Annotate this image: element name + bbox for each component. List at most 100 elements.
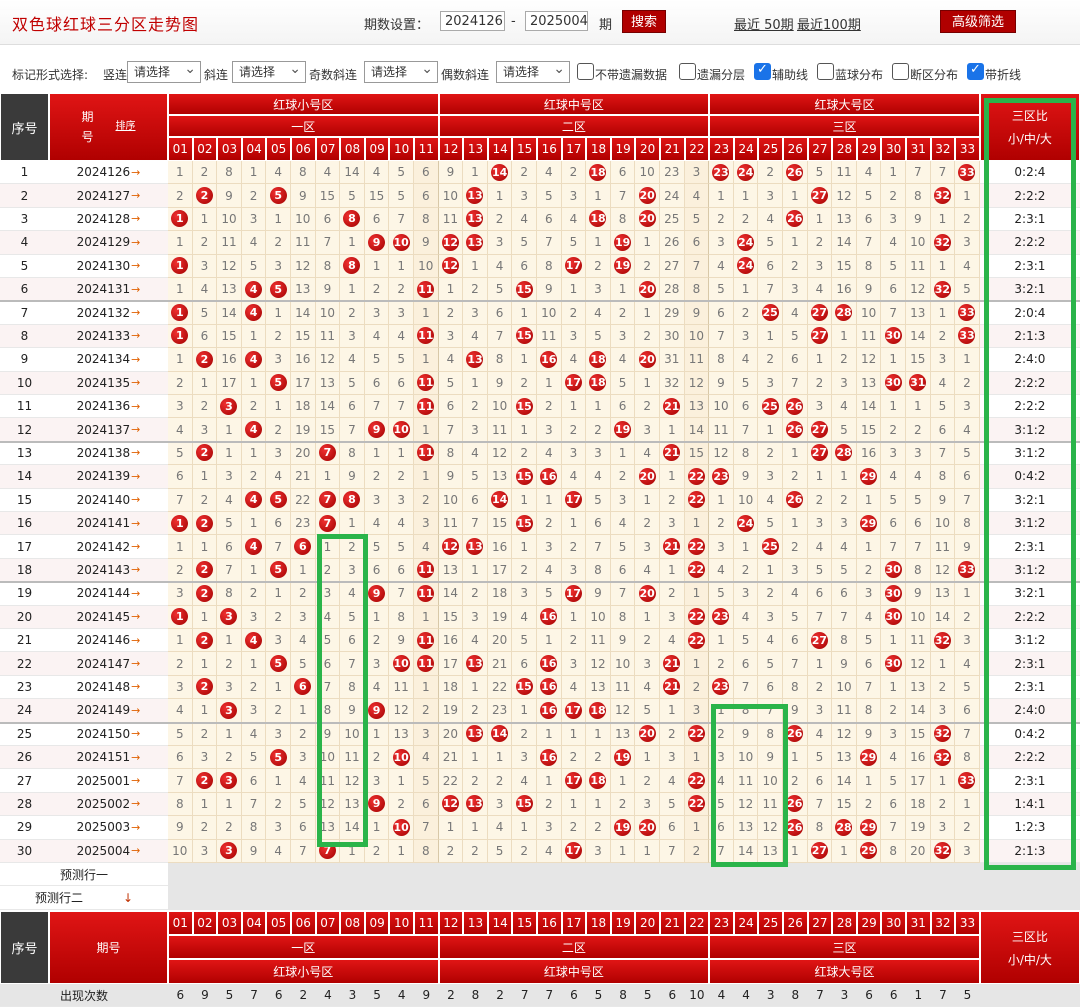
arrow-icon[interactable]: → — [131, 423, 140, 436]
arrow-icon[interactable]: → — [131, 844, 140, 857]
vertical-select[interactable]: 请选择 — [127, 59, 201, 83]
arrow-icon[interactable]: → — [131, 353, 140, 366]
number-cell: 30 — [881, 324, 906, 349]
number-cell: 5 — [881, 254, 906, 278]
arrow-icon[interactable]: → — [131, 727, 140, 740]
search-button[interactable]: 搜索 — [622, 10, 666, 33]
red-ball: 9 — [368, 233, 386, 251]
arrow-down-icon[interactable]: ↓ — [123, 891, 133, 905]
omission-value: 2 — [274, 796, 282, 811]
arrow-icon[interactable]: → — [131, 446, 140, 459]
number-cell: 9 — [438, 161, 464, 185]
omission-value: 2 — [249, 586, 258, 601]
arrow-icon[interactable]: → — [131, 306, 140, 319]
omission-value: 6 — [618, 562, 627, 577]
number-cell: 19 — [487, 605, 513, 629]
break-zone-checkbox[interactable] — [892, 63, 909, 80]
arrow-icon[interactable]: → — [131, 259, 140, 272]
number-cell: 4 — [512, 605, 537, 629]
number-cell: 1 — [955, 184, 980, 208]
row-seq: 25 — [0, 722, 49, 746]
recent-100-link[interactable]: 最近100期 — [797, 14, 861, 33]
number-cell: 1 — [438, 278, 464, 302]
no-omission-checkbox[interactable] — [577, 63, 594, 80]
number-cell: 21 — [660, 441, 685, 466]
start-period-input[interactable]: 2024126 — [440, 11, 505, 31]
omission-value: 6 — [963, 703, 971, 718]
number-cell: 2 — [192, 348, 218, 372]
arrow-icon[interactable]: → — [131, 540, 140, 553]
arrow-icon[interactable]: → — [131, 610, 140, 623]
omission-value: 4 — [717, 562, 725, 577]
arrow-icon[interactable]: → — [131, 283, 140, 296]
even-diagonal-select[interactable]: 请选择 — [496, 59, 570, 83]
omission-value: 2 — [274, 422, 282, 437]
arrow-icon[interactable]: → — [131, 329, 140, 342]
omission-value: 2 — [963, 211, 971, 226]
group-separator — [0, 300, 1080, 303]
number-cell: 2 — [389, 465, 414, 489]
number-cell: 2 — [364, 629, 390, 653]
polyline-checkbox[interactable] — [967, 62, 984, 80]
row-seq: 30 — [0, 839, 49, 863]
omission-value: 12 — [713, 445, 729, 460]
omission-value: 4 — [298, 633, 307, 648]
omission-value: 2 — [200, 235, 209, 250]
omission-value: 2 — [618, 796, 627, 811]
number-cell: 1 — [241, 652, 267, 676]
number-cell: 27 — [807, 418, 833, 442]
red-ball: 11 — [417, 631, 435, 649]
recent-50-link[interactable]: 最近 50期 — [734, 14, 794, 33]
arrow-icon[interactable]: → — [131, 797, 140, 810]
number-cell: 2 — [955, 605, 980, 629]
omission-value: 4 — [372, 328, 381, 343]
arrow-icon[interactable]: → — [131, 376, 140, 389]
advanced-filter-button[interactable]: 高级筛选 — [940, 10, 1016, 33]
arrow-icon[interactable]: → — [131, 236, 140, 249]
sort-link[interactable]: 排序 — [116, 117, 136, 137]
diagonal-select[interactable]: 请选择 — [232, 59, 306, 83]
count-label: 出现次数 — [0, 984, 168, 1007]
arrow-icon[interactable]: → — [131, 634, 140, 647]
guide-line-checkbox[interactable] — [754, 62, 771, 80]
end-period-input[interactable]: 2025004 — [525, 11, 588, 31]
arrow-icon[interactable]: → — [131, 751, 140, 764]
number-cell: 2 — [414, 488, 439, 512]
omission-layer-checkbox[interactable] — [679, 63, 696, 80]
arrow-icon[interactable]: → — [131, 563, 140, 576]
number-cell: 2 — [586, 254, 611, 278]
arrow-icon[interactable]: → — [131, 493, 140, 506]
number-cell: 3 — [684, 699, 710, 723]
odd-diagonal-select[interactable]: 请选择 — [364, 59, 438, 83]
arrow-icon[interactable]: → — [131, 400, 140, 413]
number-cell: 6 — [364, 207, 390, 232]
count-value: 7 — [537, 984, 562, 1007]
number-cell: 14 — [733, 839, 759, 863]
arrow-icon[interactable]: → — [131, 657, 140, 670]
number-cell: 8 — [340, 675, 365, 700]
arrow-icon[interactable]: → — [131, 704, 140, 717]
arrow-icon[interactable]: → — [131, 821, 140, 834]
omission-value: 1 — [274, 399, 282, 414]
omission-value: 4 — [471, 328, 479, 343]
ratio-title: 三区比 — [1011, 929, 1048, 944]
arrow-icon[interactable]: → — [131, 680, 140, 693]
arrow-icon[interactable]: → — [131, 774, 140, 787]
red-ball: 12 — [441, 233, 459, 251]
arrow-icon[interactable]: → — [131, 212, 140, 225]
number-col-header: 31 — [906, 137, 931, 161]
arrow-icon[interactable]: → — [131, 189, 140, 202]
omission-value: 2 — [200, 492, 209, 507]
number-cell: 9 — [832, 652, 857, 676]
red-ball: 9 — [368, 421, 386, 439]
arrow-icon[interactable]: → — [131, 517, 140, 530]
number-cell: 2 — [364, 465, 390, 489]
arrow-icon[interactable]: → — [131, 587, 140, 600]
arrow-icon[interactable]: → — [131, 470, 140, 483]
row-period: 2024141 → — [49, 512, 168, 536]
arrow-icon[interactable]: → — [131, 166, 140, 179]
omission-value: 1 — [249, 562, 258, 577]
number-cell: 10 — [930, 512, 956, 536]
number-cell: 6 — [217, 535, 242, 559]
blue-ball-checkbox[interactable] — [817, 63, 834, 80]
